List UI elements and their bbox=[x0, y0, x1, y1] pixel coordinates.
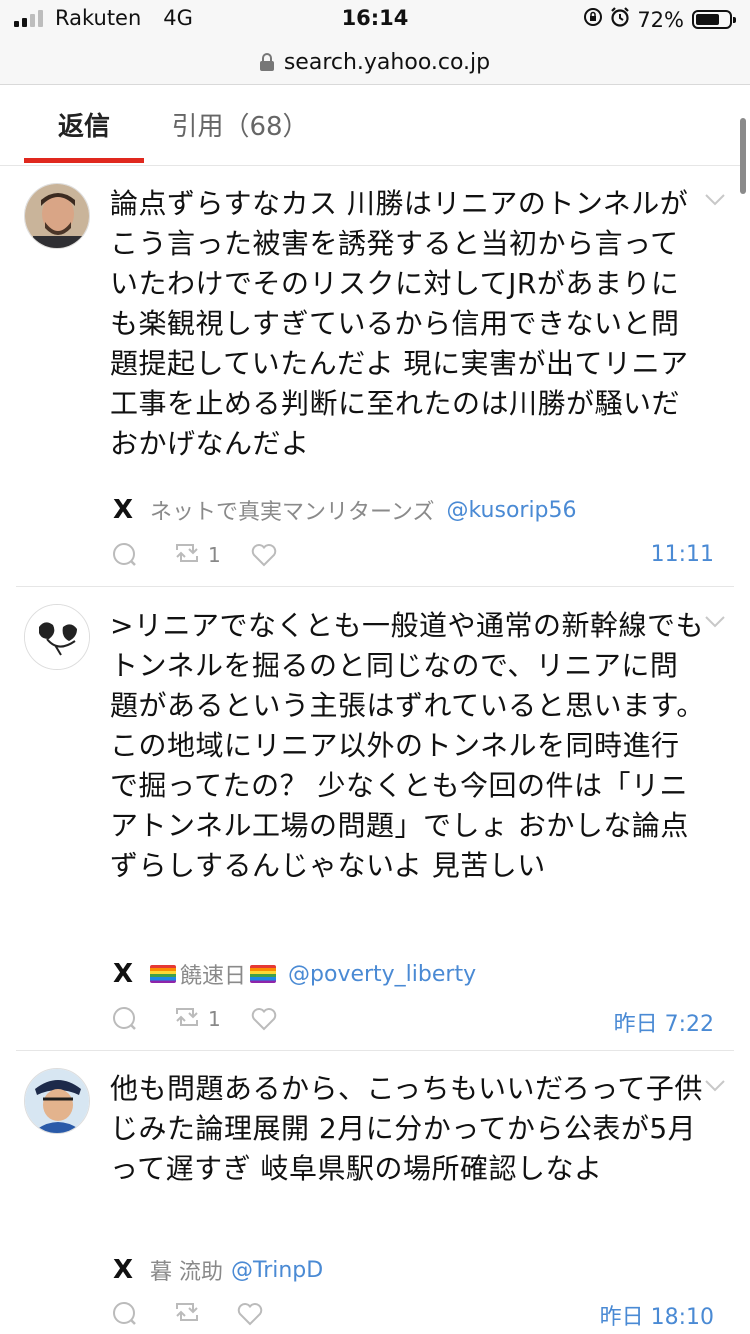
avatar[interactable] bbox=[24, 183, 90, 249]
tab-replies[interactable]: 返信 bbox=[24, 85, 144, 163]
chevron-down-icon[interactable] bbox=[704, 614, 730, 634]
post-time[interactable]: 昨日 18:10 bbox=[600, 1299, 714, 1331]
url-text[interactable]: search.yahoo.co.jp bbox=[284, 50, 490, 75]
retweet-count: 1 bbox=[208, 543, 221, 567]
post-actions: 昨日 18:10 bbox=[110, 1297, 730, 1331]
user-handle[interactable]: @kusorip56 bbox=[446, 498, 576, 523]
avatar[interactable] bbox=[24, 1068, 90, 1134]
post-text: 論点ずらすなカス 川勝はリニアのトンネルがこう言った被害を誘発すると当初から言っ… bbox=[110, 187, 689, 460]
scrollbar[interactable] bbox=[740, 118, 746, 194]
divider bbox=[16, 586, 734, 587]
retweet-icon bbox=[172, 540, 202, 570]
post-actions: 1 11:11 bbox=[110, 538, 730, 572]
status-bar: Rakuten 4G 16:14 72% bbox=[0, 0, 750, 40]
x-logo-icon: X bbox=[112, 959, 134, 989]
post-text: >リニアでなくとも一般道や通常の新幹線でもトンネルを掘るのと同じなので、リニアに… bbox=[110, 609, 705, 882]
user-handle[interactable]: @poverty_liberty bbox=[288, 962, 476, 987]
user-name[interactable]: 饒速日 bbox=[180, 958, 246, 990]
post-actions: 1 昨日 7:22 bbox=[110, 1002, 730, 1038]
lock-icon bbox=[259, 53, 274, 71]
rainbow-flag-icon bbox=[250, 965, 277, 983]
post-time[interactable]: 11:11 bbox=[651, 542, 714, 567]
post-author[interactable]: X ネットで真実マンリターンズ @kusorip56 bbox=[110, 495, 577, 525]
battery-percent: 72% bbox=[637, 7, 684, 32]
tab-quotes[interactable]: 引用（68） bbox=[170, 85, 310, 163]
post-text: 他も問題あるから、こっちもいいだろって子供じみた論理展開 2月に分かってから公表… bbox=[110, 1072, 703, 1185]
retweet-icon bbox=[172, 1299, 202, 1329]
post-author[interactable]: X 暮 流助 @TrinpD bbox=[110, 1255, 323, 1285]
battery-icon bbox=[692, 10, 736, 29]
user-handle[interactable]: @TrinpD bbox=[231, 1258, 323, 1283]
retweet-icon bbox=[172, 1004, 202, 1034]
status-right: 72% bbox=[583, 6, 736, 33]
x-logo-icon: X bbox=[112, 495, 134, 525]
alarm-icon bbox=[609, 6, 631, 33]
orientation-lock-icon bbox=[583, 7, 603, 32]
active-tab-indicator bbox=[24, 158, 144, 163]
retweet-button[interactable]: 1 bbox=[172, 1002, 221, 1036]
rainbow-flag-icon bbox=[150, 965, 176, 983]
chevron-down-icon[interactable] bbox=[704, 1078, 730, 1098]
post-author[interactable]: X 饒速日 @poverty_liberty bbox=[110, 959, 476, 989]
user-name[interactable]: ネットで真実マンリターンズ bbox=[150, 494, 434, 526]
retweet-button[interactable]: 1 bbox=[172, 538, 221, 572]
chevron-down-icon[interactable] bbox=[704, 192, 730, 212]
x-logo-icon: X bbox=[112, 1255, 134, 1285]
heart-icon[interactable] bbox=[236, 1297, 264, 1331]
address-bar[interactable]: search.yahoo.co.jp bbox=[0, 40, 750, 85]
retweet-count: 1 bbox=[208, 1007, 221, 1031]
heart-icon[interactable] bbox=[250, 1002, 278, 1036]
reply-icon[interactable] bbox=[112, 538, 138, 572]
reply-icon[interactable] bbox=[112, 1002, 138, 1036]
tab-bar: 返信 引用（68） bbox=[0, 85, 740, 166]
avatar[interactable] bbox=[24, 604, 90, 670]
retweet-button[interactable] bbox=[172, 1297, 208, 1331]
post-time[interactable]: 昨日 7:22 bbox=[614, 1006, 714, 1038]
reply-icon[interactable] bbox=[112, 1297, 138, 1331]
divider bbox=[16, 1050, 734, 1051]
user-name[interactable]: 暮 流助 bbox=[150, 1254, 223, 1286]
heart-icon[interactable] bbox=[250, 538, 278, 572]
